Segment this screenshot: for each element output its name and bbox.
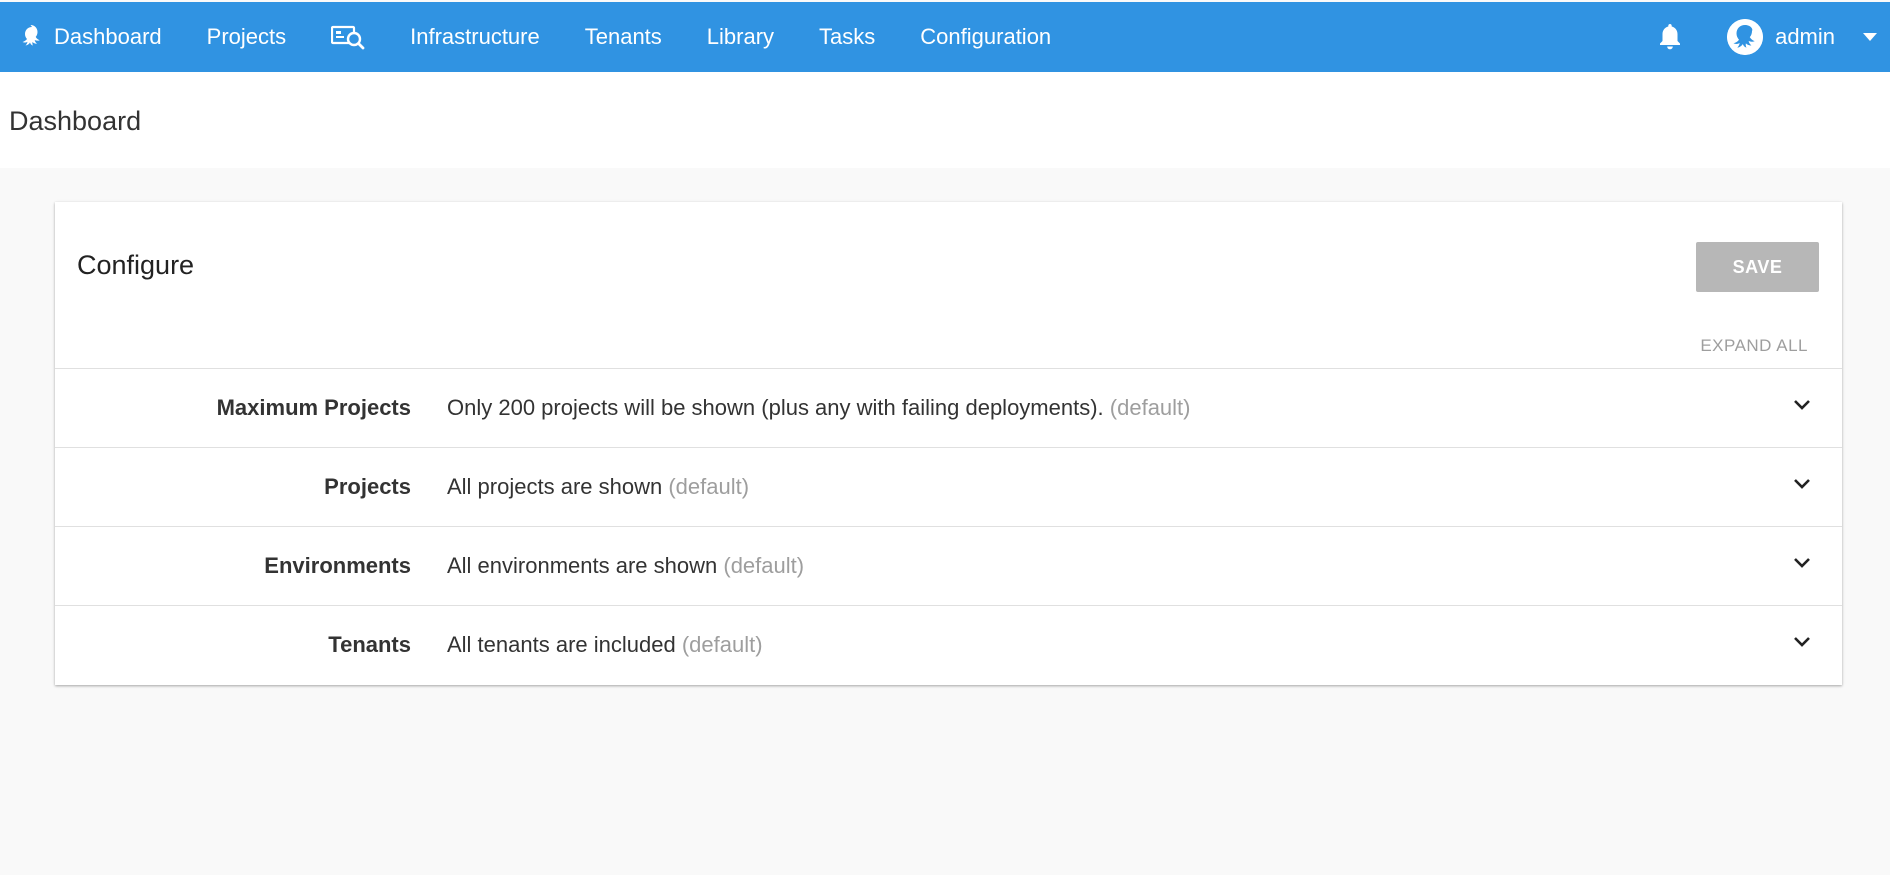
- nav-library-link[interactable]: Library: [707, 2, 819, 72]
- chevron-down-icon[interactable]: [1790, 551, 1814, 575]
- row-default-tag: (default): [681, 632, 763, 657]
- config-rows: Maximum Projects Only 200 projects will …: [55, 368, 1842, 684]
- machine-search-icon: [331, 25, 365, 50]
- row-summary: All environments are shown (default): [447, 553, 804, 579]
- nav-dashboard-link[interactable]: Dashboard: [0, 2, 207, 72]
- row-label: Projects: [324, 474, 411, 499]
- row-value: All tenants are included: [447, 632, 676, 657]
- row-default-tag: (default): [723, 553, 805, 578]
- nav-machine-search[interactable]: [331, 2, 410, 72]
- chevron-down-icon[interactable]: [1790, 630, 1814, 654]
- row-summary: All projects are shown (default): [447, 474, 749, 500]
- user-avatar-icon: [1727, 19, 1764, 55]
- config-row-environments[interactable]: Environments All environments are shown …: [55, 526, 1842, 605]
- row-value: Only 200 projects will be shown (plus an…: [447, 395, 1104, 420]
- save-button[interactable]: SAVE: [1696, 242, 1819, 292]
- nav-dashboard-label: Dashboard: [54, 24, 162, 49]
- configure-card: Configure SAVE EXPAND ALL Maximum Projec…: [55, 202, 1842, 685]
- user-menu[interactable]: admin: [1727, 19, 1877, 55]
- row-default-tag: (default): [668, 474, 750, 499]
- nav-infrastructure-link[interactable]: Infrastructure: [410, 2, 585, 72]
- expand-all-button[interactable]: EXPAND ALL: [1700, 336, 1808, 356]
- chevron-down-icon[interactable]: [1790, 393, 1814, 417]
- row-label: Maximum Projects: [216, 395, 411, 420]
- row-default-tag: (default): [1109, 395, 1191, 420]
- nav-configuration-link[interactable]: Configuration: [920, 2, 1096, 72]
- notifications-button[interactable]: [1659, 24, 1681, 50]
- octopus-icon: [22, 25, 40, 46]
- config-row-projects[interactable]: Projects All projects are shown (default…: [55, 447, 1842, 526]
- row-value: All environments are shown: [447, 553, 718, 578]
- nav-tasks-link[interactable]: Tasks: [819, 2, 920, 72]
- row-label: Environments: [264, 553, 411, 578]
- row-summary: Only 200 projects will be shown (plus an…: [447, 395, 1191, 421]
- card-title: Configure: [77, 250, 195, 280]
- chevron-down-icon[interactable]: [1790, 472, 1814, 496]
- page-title: Dashboard: [9, 106, 142, 136]
- caret-down-icon: [1863, 33, 1877, 41]
- user-name: admin: [1775, 24, 1835, 49]
- top-navbar: Dashboard Projects Infrastructure Tenant…: [0, 2, 1890, 72]
- row-value: All projects are shown: [447, 474, 663, 499]
- row-label: Tenants: [328, 632, 411, 657]
- nav-left: Dashboard Projects Infrastructure Tenant…: [0, 2, 1096, 72]
- nav-tenants-link[interactable]: Tenants: [585, 2, 707, 72]
- page-header: Dashboard: [0, 72, 1890, 168]
- row-summary: All tenants are included (default): [447, 632, 763, 658]
- config-row-tenants[interactable]: Tenants All tenants are included (defaul…: [55, 605, 1842, 684]
- bell-icon: [1660, 24, 1681, 50]
- nav-right: admin: [1659, 2, 1890, 72]
- nav-projects-link[interactable]: Projects: [207, 2, 331, 72]
- config-row-maximum-projects[interactable]: Maximum Projects Only 200 projects will …: [55, 368, 1842, 447]
